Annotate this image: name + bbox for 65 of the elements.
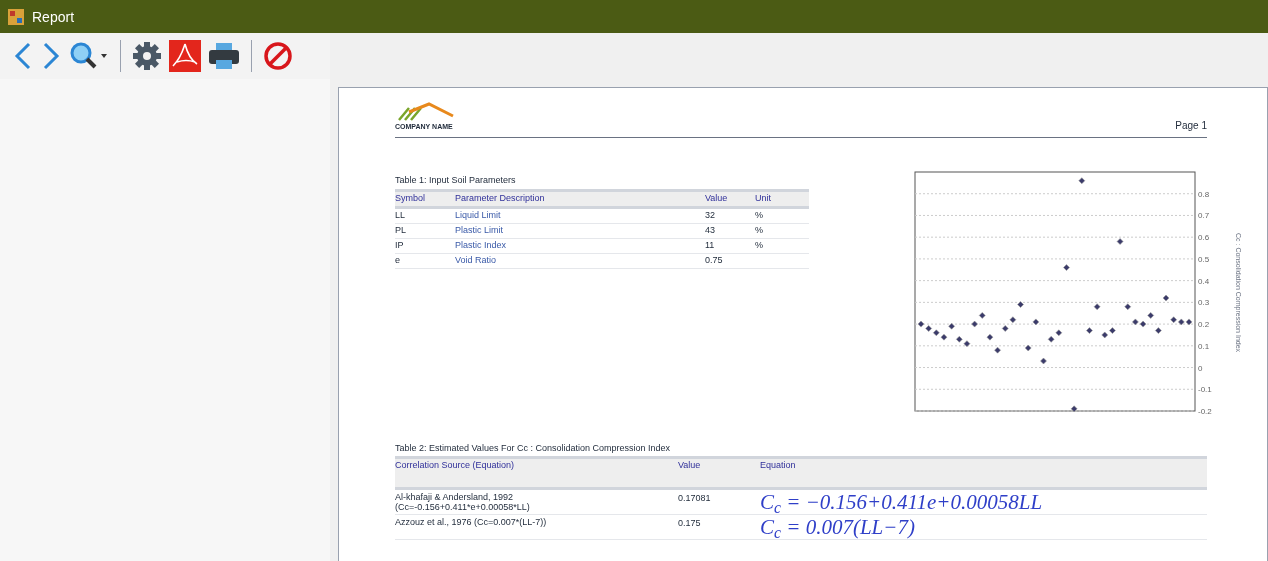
y-tick-label: 0.3: [1197, 297, 1209, 307]
data-point: [1085, 326, 1093, 334]
table-title: Table 2: Estimated Values For Cc : Consolidation Compression Index: [395, 441, 671, 455]
table-cell-text: 0.75: [705, 253, 724, 267]
data-point: [1032, 318, 1039, 325]
table-cell-text: 11: [705, 238, 716, 252]
equation: C$_{c}$ = −0.156+0.411e+0.00058LL: [760, 490, 1044, 514]
data-point: [947, 322, 955, 330]
data-point: [1162, 294, 1169, 301]
pdf-icon[interactable]: [169, 40, 201, 72]
app-icon: [8, 8, 24, 25]
table-cell-text: Plastic Index: [455, 238, 508, 252]
column-header: Symbol: [395, 192, 426, 205]
column-header: Unit: [755, 192, 772, 205]
y-tick-label: 0.8: [1197, 189, 1209, 199]
data-point: [1070, 405, 1077, 412]
table-cell-text: Void Ratio: [455, 253, 498, 267]
table-cell-text: 43: [705, 223, 716, 237]
y-tick-label: 0.7: [1197, 210, 1209, 220]
y-tick-label: 0.5: [1197, 254, 1209, 264]
y-tick-label: 0: [1197, 363, 1202, 373]
table-cell-text: %: [755, 208, 764, 222]
table-cell-text: PL: [395, 223, 407, 237]
data-point: [1116, 237, 1123, 245]
printer-icon[interactable]: [207, 40, 241, 72]
data-point: [1123, 302, 1131, 310]
y-tick-label: -0.2: [1197, 406, 1212, 416]
table-cell-text: Plastic Limit: [455, 223, 504, 237]
data-point: [993, 346, 1001, 353]
y-tick-label: 0.6: [1197, 232, 1209, 242]
cancel-icon[interactable]: [262, 40, 294, 72]
page-number: Page 1: [1175, 118, 1207, 133]
data-point: [1078, 176, 1085, 184]
table-cell-text: 0.175: [678, 517, 702, 530]
data-point: [1016, 300, 1024, 308]
equation: C$_{c}$ = 0.007(LL−7): [760, 515, 916, 539]
window-title: Report: [32, 7, 75, 27]
y-tick-label: 0.4: [1197, 276, 1209, 286]
data-point: [1154, 326, 1162, 334]
column-header: Parameter Description: [455, 192, 546, 205]
data-point: [1039, 357, 1047, 364]
logo-icon: [395, 102, 455, 122]
table-cell-text: Al-khafaji & Andersland, 1992 (Cc=-0.156+0.411*e+0.00058*LL): [395, 491, 531, 512]
y-tick-label: 0.1: [1197, 341, 1209, 351]
table-title: Table 1: Input Soil Parameters: [395, 173, 517, 187]
table-cell-text: %: [755, 223, 764, 237]
table-cell-text: e: [395, 253, 401, 267]
table-cell-text: %: [755, 238, 764, 252]
table-cell-text: LL: [395, 208, 406, 222]
data-point: [1062, 263, 1070, 271]
gear-icon[interactable]: [131, 40, 163, 72]
y-tick-label: 0.2: [1197, 319, 1209, 329]
table-cell-text: 32: [705, 208, 716, 222]
y-tick-label: -0.1: [1197, 384, 1212, 394]
column-header: Correlation Source (Equation): [395, 459, 516, 472]
table-cell-text: 0.17081: [678, 492, 712, 505]
column-header: Equation: [760, 459, 797, 472]
data-point: [1093, 302, 1100, 310]
column-header: Value: [678, 459, 702, 472]
table-cell-text: IP: [395, 238, 405, 252]
data-point: [986, 333, 993, 340]
data-point: [1024, 344, 1031, 351]
table-cell-text: Liquid Limit: [455, 208, 502, 222]
column-header: Value: [705, 192, 729, 205]
table-cell-text: Azzouz et al., 1976 (Cc=0.007*(LL-7)): [395, 516, 548, 527]
